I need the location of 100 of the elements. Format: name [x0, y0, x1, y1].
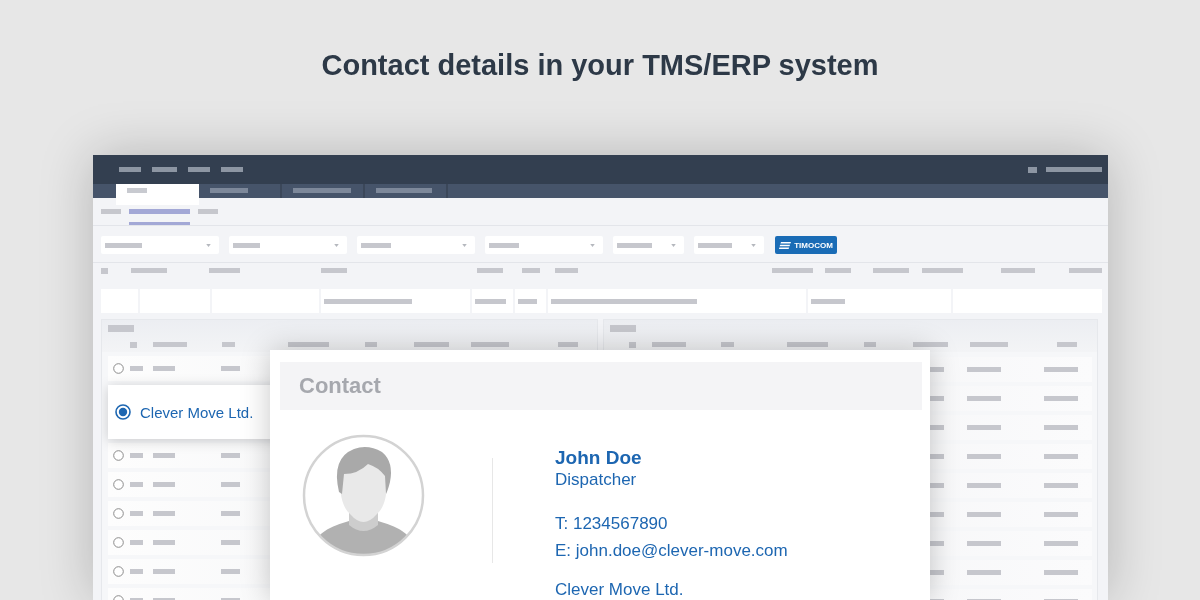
dropdown-field[interactable]: [613, 236, 684, 254]
caret-icon: [751, 243, 756, 247]
placeholder-bar: [198, 209, 218, 214]
placeholder-bar: [967, 396, 1001, 401]
placeholder-bar: [221, 167, 243, 172]
placeholder-bar: [376, 188, 432, 193]
placeholder-bar: [629, 342, 636, 348]
placeholder-bar: [221, 569, 240, 574]
placeholder-bar: [153, 569, 175, 574]
radio-button[interactable]: [113, 508, 124, 519]
placeholder-bar: [930, 483, 944, 488]
radio-button[interactable]: [113, 566, 124, 577]
placeholder-bar: [361, 242, 391, 248]
placeholder-bar: [1028, 166, 1037, 173]
placeholder-bar: [130, 569, 143, 574]
placeholder-bar: [233, 242, 260, 248]
placeholder-bar: [1044, 541, 1078, 546]
placeholder-bar: [471, 342, 509, 347]
dropdown-field[interactable]: [101, 236, 219, 254]
placeholder-bar: [130, 453, 143, 458]
caret-icon: [462, 243, 467, 247]
placeholder-bar: [930, 512, 944, 517]
placeholder-bar: [152, 167, 177, 172]
placeholder-bar: [475, 298, 506, 304]
placeholder-bar: [864, 342, 876, 347]
radio-button[interactable]: [113, 479, 124, 490]
dropdown-field[interactable]: [485, 236, 603, 254]
page-heading: Contact details in your TMS/ERP system: [321, 48, 879, 83]
placeholder-bar: [188, 167, 210, 172]
dropdown-field[interactable]: [357, 236, 475, 254]
placeholder-bar: [1044, 367, 1078, 372]
placeholder-bar: [610, 325, 636, 332]
caret-icon: [590, 243, 595, 247]
placeholder-bar: [153, 366, 175, 371]
placeholder-bar: [1046, 167, 1102, 172]
placeholder-bar: [967, 367, 1001, 372]
placeholder-bar: [698, 242, 732, 248]
radio-button[interactable]: [115, 404, 131, 420]
placeholder-bar: [1001, 268, 1035, 273]
dropdown-field[interactable]: [694, 236, 764, 254]
placeholder-bar: [558, 342, 578, 347]
placeholder-bar: [1044, 425, 1078, 430]
placeholder-bar: [555, 268, 578, 273]
placeholder-bar: [288, 342, 329, 347]
contact-role: Dispatcher: [555, 469, 637, 491]
placeholder-bar: [130, 482, 143, 487]
placeholder-bar: [518, 298, 537, 304]
subnav-tab[interactable]: [129, 206, 190, 225]
placeholder-bar: [365, 342, 377, 347]
placeholder-bar: [129, 209, 190, 214]
placeholder-bar: [967, 512, 1001, 517]
dropdown-field[interactable]: [229, 236, 347, 254]
placeholder-bar: [967, 541, 1001, 546]
placeholder-bar: [105, 242, 142, 248]
placeholder-bar: [1044, 570, 1078, 575]
placeholder-bar: [414, 342, 449, 347]
placeholder-bar: [1044, 483, 1078, 488]
placeholder-bar: [787, 342, 828, 347]
company-name: Clever Move Ltd.: [140, 403, 254, 421]
placeholder-bar: [293, 188, 351, 193]
placeholder-bar: [1044, 512, 1078, 517]
placeholder-bar: [101, 209, 121, 214]
caret-icon: [206, 243, 211, 247]
placeholder-bar: [652, 342, 686, 347]
placeholder-bar: [922, 268, 963, 273]
placeholder-bar: [153, 342, 187, 347]
placeholder-bar: [930, 454, 944, 459]
action-button[interactable]: TIMOCOM: [775, 236, 837, 254]
placeholder-bar: [101, 267, 108, 274]
placeholder-bar: [153, 511, 175, 516]
placeholder-bar: [967, 454, 1001, 459]
placeholder-bar: [153, 482, 175, 487]
radio-button[interactable]: [113, 450, 124, 461]
placeholder-bar: [970, 342, 1008, 347]
placeholder-bar: [153, 540, 175, 545]
card-title: Contact: [299, 373, 381, 399]
placeholder-bar: [967, 570, 1001, 575]
placeholder-bar: [617, 242, 652, 248]
placeholder-bar: [811, 298, 845, 304]
placeholder-bar: [967, 483, 1001, 488]
placeholder-bar: [930, 541, 944, 546]
radio-button[interactable]: [113, 363, 124, 374]
placeholder-bar: [221, 540, 240, 545]
contact-company: Clever Move Ltd.: [555, 580, 684, 600]
placeholder-bar: [1069, 268, 1102, 273]
placeholder-bar: [913, 342, 948, 347]
placeholder-bar: [930, 367, 944, 372]
placeholder-bar: [873, 268, 909, 273]
radio-button[interactable]: [113, 537, 124, 548]
placeholder-bar: [222, 342, 235, 347]
placeholder-bar: [108, 325, 134, 332]
placeholder-bar: [130, 540, 143, 545]
placeholder-bar: [127, 188, 147, 193]
placeholder-bar: [153, 453, 175, 458]
avatar-silhouette-icon: [302, 434, 425, 557]
placeholder-bar: [119, 167, 141, 172]
contact-name: John Doe: [555, 447, 642, 469]
placeholder-bar: [825, 268, 851, 273]
placeholder-bar: [130, 511, 143, 516]
placeholder-bar: [1057, 342, 1077, 347]
